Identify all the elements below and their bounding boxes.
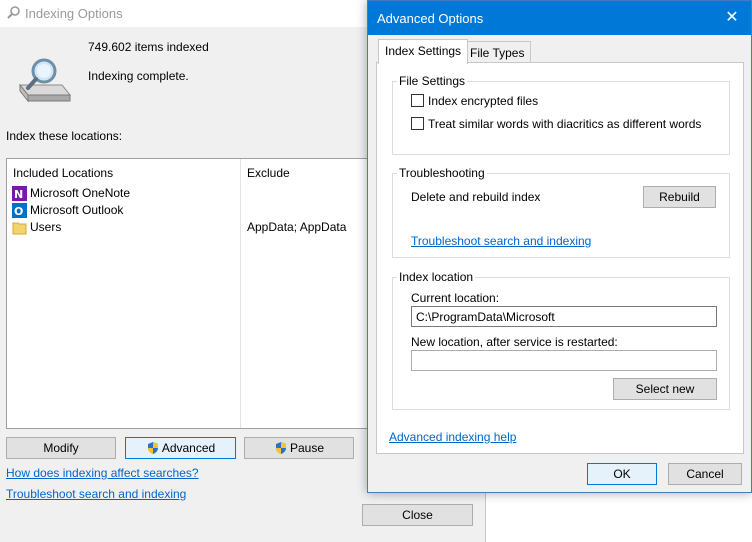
- advanced-button-label: Advanced: [161, 441, 216, 455]
- ok-button[interactable]: OK: [587, 463, 657, 485]
- column-header-included[interactable]: Included Locations: [13, 166, 113, 180]
- advanced-indexing-help-link[interactable]: Advanced indexing help: [389, 430, 516, 444]
- rebuild-button-label: Rebuild: [659, 190, 700, 204]
- new-location-field[interactable]: [411, 350, 717, 371]
- diacritics-checkbox[interactable]: [411, 117, 424, 130]
- folder-icon: [12, 222, 27, 235]
- troubleshooting-title: Troubleshooting: [397, 166, 487, 180]
- svg-text:N: N: [14, 188, 23, 201]
- tab-strip: Index Settings File Types: [376, 39, 744, 64]
- column-header-exclude[interactable]: Exclude: [247, 166, 290, 180]
- current-location-field[interactable]: C:\ProgramData\Microsoft: [411, 306, 717, 327]
- new-location-label: New location, after service is restarted…: [411, 335, 618, 349]
- rebuild-button[interactable]: Rebuild: [643, 186, 716, 208]
- close-icon[interactable]: ✕: [721, 7, 743, 29]
- index-settings-panel: File Settings Index encrypted files Trea…: [376, 62, 744, 454]
- items-indexed-count: 749.602 items indexed: [88, 40, 209, 54]
- svg-text:O: O: [14, 205, 23, 218]
- tab-file-types[interactable]: File Types: [463, 41, 532, 63]
- advanced-options-dialog: Advanced Options ✕ Index Settings File T…: [367, 0, 752, 493]
- troubleshoot-link-dialog[interactable]: Troubleshoot search and indexing: [411, 234, 591, 248]
- indexing-window-title: Indexing Options: [25, 6, 123, 21]
- index-location-title: Index location: [397, 270, 476, 284]
- encrypt-checkbox[interactable]: [411, 94, 424, 107]
- pause-button[interactable]: Pause: [244, 437, 354, 459]
- locations-label: Index these locations:: [6, 129, 123, 143]
- location-name: Microsoft OneNote: [30, 186, 131, 200]
- cancel-button[interactable]: Cancel: [668, 463, 742, 485]
- advanced-titlebar[interactable]: Advanced Options ✕: [368, 1, 751, 35]
- select-new-button-label: Select new: [635, 382, 695, 396]
- troubleshoot-link[interactable]: Troubleshoot search and indexing: [6, 487, 186, 501]
- file-settings-group: File Settings Index encrypted files Trea…: [392, 74, 730, 155]
- troubleshooting-group: Troubleshooting Delete and rebuild index…: [392, 166, 730, 258]
- uac-shield-icon: [275, 442, 286, 454]
- indexed-drive-icon: [18, 58, 72, 103]
- outlook-icon: O: [12, 203, 27, 218]
- column-divider: [240, 159, 241, 428]
- uac-shield-icon: [147, 442, 158, 454]
- advanced-button[interactable]: Advanced: [125, 437, 236, 459]
- index-location-group: Index location Current location: C:\Prog…: [392, 270, 730, 410]
- location-name: Users: [30, 220, 62, 234]
- advanced-dialog-title: Advanced Options: [377, 11, 484, 26]
- file-settings-title: File Settings: [397, 74, 468, 88]
- close-button[interactable]: Close: [362, 504, 473, 526]
- select-new-button[interactable]: Select new: [613, 378, 717, 400]
- cancel-button-label: Cancel: [686, 467, 724, 481]
- encrypt-label[interactable]: Index encrypted files: [428, 94, 538, 108]
- modify-button-label: Modify: [43, 441, 79, 455]
- current-location-label: Current location:: [411, 291, 500, 305]
- pause-button-label: Pause: [289, 441, 325, 455]
- ok-button-label: OK: [613, 467, 631, 481]
- location-exclude: AppData; AppData: [247, 220, 347, 234]
- indexing-status: Indexing complete.: [88, 69, 189, 83]
- rebuild-text: Delete and rebuild index: [411, 190, 541, 204]
- location-name: Microsoft Outlook: [30, 203, 124, 217]
- modify-button[interactable]: Modify: [6, 437, 116, 459]
- magnifier-icon: [7, 6, 20, 19]
- how-indexing-affects-link[interactable]: How does indexing affect searches?: [6, 466, 199, 480]
- onenote-icon: N: [12, 186, 27, 201]
- close-button-label: Close: [402, 508, 433, 522]
- tab-index-settings[interactable]: Index Settings: [378, 39, 469, 64]
- diacritics-label[interactable]: Treat similar words with diacritics as d…: [428, 117, 701, 131]
